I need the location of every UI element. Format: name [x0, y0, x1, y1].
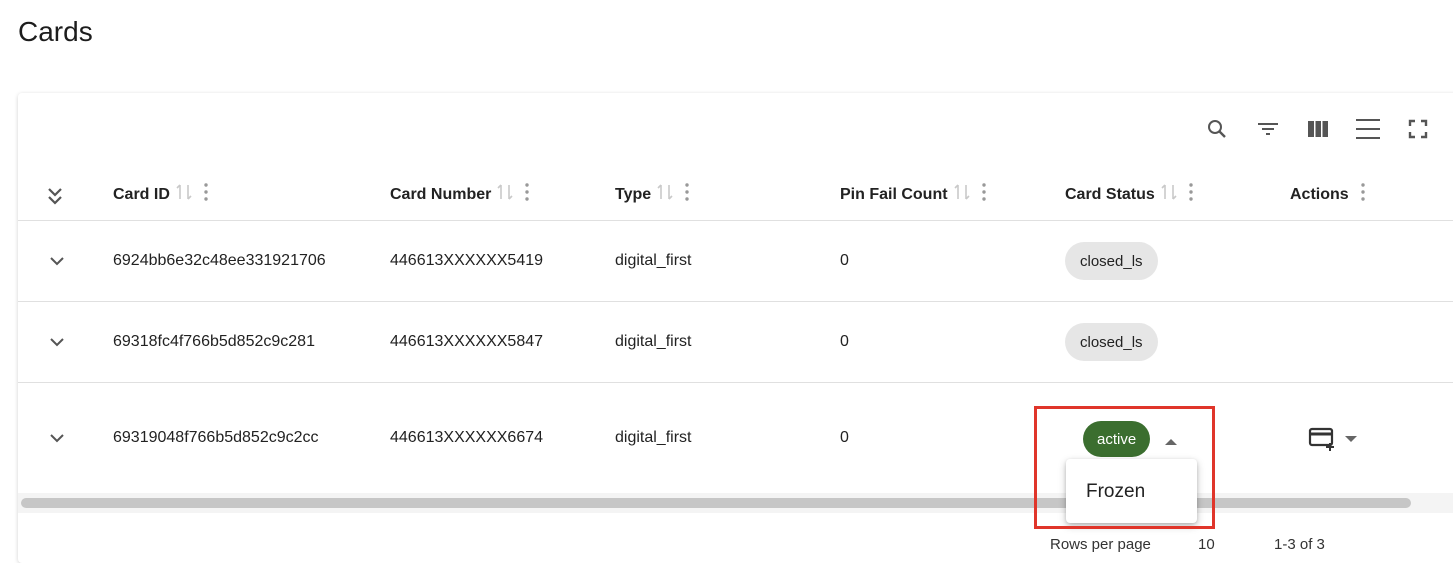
cell-type: digital_first: [615, 333, 692, 350]
fullscreen-icon[interactable]: [1404, 115, 1432, 143]
column-label: Card Number: [390, 185, 492, 203]
column-menu-icon[interactable]: [685, 183, 689, 206]
caret-down-icon: [1345, 436, 1357, 442]
cards-table-container: Card ID Card Number Type Pin Fail Count …: [18, 93, 1453, 563]
column-label: Actions: [1290, 185, 1349, 203]
column-header-pin-fail-count[interactable]: Pin Fail Count: [840, 183, 986, 206]
density-icon[interactable]: [1354, 115, 1382, 143]
sort-icon[interactable]: [953, 183, 970, 206]
divider: [18, 301, 1453, 302]
divider: [18, 382, 1453, 383]
filter-icon[interactable]: [1254, 115, 1282, 143]
pagination-range: 1-3 of 3: [1274, 536, 1325, 553]
cell-type: digital_first: [615, 429, 692, 446]
search-icon[interactable]: [1203, 115, 1231, 143]
cell-card-number: 446613XXXXXX6674: [390, 429, 544, 446]
divider: [18, 220, 1453, 221]
sort-icon[interactable]: [497, 183, 513, 206]
cell-card-id: 69319048f766b5d852c9c2cc: [113, 429, 319, 446]
cell-card-id: 6924bb6e32c48ee331921706: [113, 252, 326, 269]
sort-icon[interactable]: [1161, 183, 1177, 206]
cell-card-id: 69318fc4f766b5d852c9c281: [113, 333, 315, 350]
cell-pin-fail-count: 0: [840, 429, 849, 446]
page-title: Cards: [18, 16, 93, 47]
expand-row-icon[interactable]: [46, 331, 68, 353]
cell-pin-fail-count: 0: [840, 252, 849, 269]
status-badge: closed_ls: [1065, 242, 1158, 280]
column-header-type[interactable]: Type: [615, 183, 689, 206]
expand-row-icon[interactable]: [46, 427, 68, 449]
cell-card-number: 446613XXXXXX5419: [390, 252, 544, 269]
credit-card-plus-icon: [1308, 427, 1334, 451]
status-badge: closed_ls: [1065, 323, 1158, 361]
column-label: Type: [615, 185, 652, 203]
column-menu-icon[interactable]: [1360, 183, 1365, 206]
column-menu-icon[interactable]: [204, 183, 208, 206]
column-menu-icon[interactable]: [1189, 183, 1193, 206]
column-label: Pin Fail Count: [840, 185, 948, 203]
cell-pin-fail-count: 0: [840, 333, 849, 350]
sort-icon[interactable]: [657, 183, 673, 206]
expand-row-icon[interactable]: [46, 250, 68, 272]
rows-per-page-select[interactable]: 10: [1198, 536, 1215, 553]
column-header-card-status[interactable]: Card Status: [1065, 183, 1193, 206]
cell-type: digital_first: [615, 252, 692, 269]
cell-card-number: 446613XXXXXX5847: [390, 333, 544, 350]
column-label: Card ID: [113, 185, 170, 203]
sort-icon[interactable]: [176, 183, 192, 206]
expand-all-icon[interactable]: [46, 185, 64, 207]
column-menu-icon[interactable]: [525, 183, 530, 206]
highlight-box: [1034, 406, 1215, 529]
column-header-actions[interactable]: Actions: [1290, 183, 1365, 206]
column-header-card-id[interactable]: Card ID: [113, 183, 208, 206]
column-menu-icon[interactable]: [981, 183, 986, 206]
columns-icon[interactable]: [1304, 115, 1332, 143]
column-label: Card Status: [1065, 185, 1155, 203]
rows-per-page-label: Rows per page: [1050, 536, 1151, 553]
add-card-action-button[interactable]: [1308, 426, 1358, 452]
column-header-card-number[interactable]: Card Number: [390, 183, 530, 206]
